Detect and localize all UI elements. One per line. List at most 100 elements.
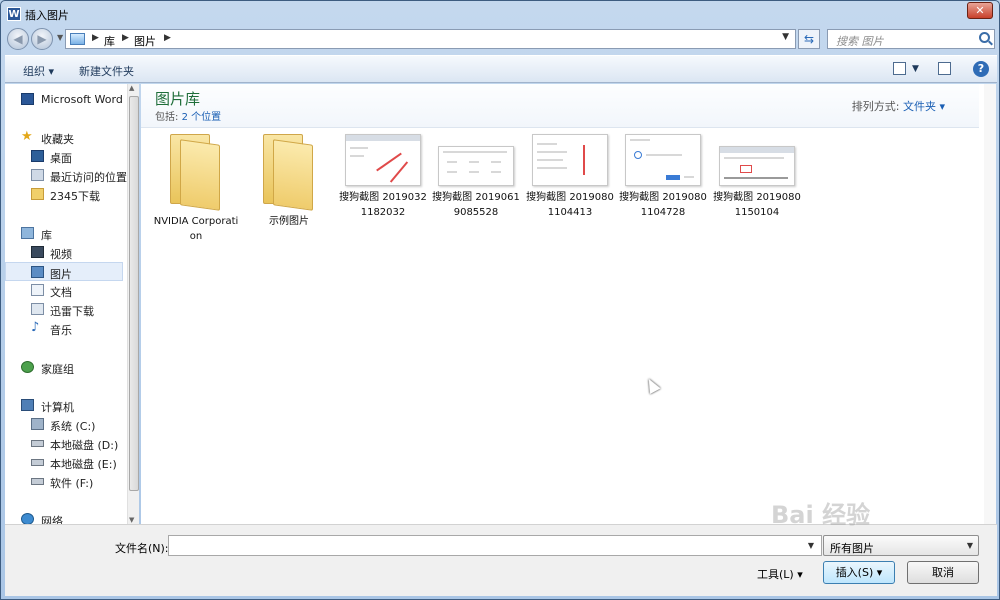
help-icon[interactable]: ?	[973, 61, 989, 77]
scroll-down-icon[interactable]: ▼	[129, 516, 134, 524]
sidebar-item-microsoft-word[interactable]: Microsoft Word	[5, 90, 123, 109]
sidebar-scrollbar[interactable]: ▲ ▼	[127, 84, 139, 524]
refresh-button[interactable]: ⇆	[798, 29, 820, 49]
breadcrumb-arrow-icon[interactable]: ▶	[122, 33, 129, 43]
file-type-select[interactable]: 所有图片 ▼	[823, 535, 979, 556]
file-item-image[interactable]: 搜狗截图 20190321182032	[338, 134, 428, 220]
file-item-folder[interactable]: NVIDIA Corporation	[151, 134, 241, 244]
file-item-image[interactable]: 搜狗截图 20190801150104	[712, 134, 802, 220]
sidebar-item-label: 本地磁盘 (D:)	[50, 439, 119, 452]
breadcrumb-arrow-icon[interactable]: ▶	[164, 33, 171, 43]
documents-icon	[31, 284, 44, 296]
sidebar-item-label: 收藏夹	[41, 133, 74, 146]
forward-button[interactable]: ▶	[31, 28, 53, 50]
pictures-library-icon	[70, 33, 85, 45]
change-view-icon[interactable]	[893, 62, 906, 75]
sidebar-item-label: 本地磁盘 (E:)	[50, 458, 117, 471]
scroll-up-icon[interactable]: ▲	[129, 84, 134, 92]
sidebar-item-label: 视频	[50, 248, 72, 261]
back-button[interactable]: ◀	[7, 28, 29, 50]
sidebar-item-label: 2345下载	[50, 190, 100, 203]
breadcrumb-library[interactable]: 库	[104, 33, 115, 49]
folder-icon	[31, 188, 44, 200]
sidebar-item-homegroup[interactable]: 家庭组	[5, 358, 123, 377]
file-item-image[interactable]: 搜狗截图 20190801104728	[618, 134, 708, 220]
sidebar-scroll-thumb[interactable]	[129, 96, 139, 491]
navigation-bar: ◀ ▶ ▼ ▶ 库 ▶ 图片 ▶ ▼ ⇆ 搜索 图片	[5, 27, 995, 52]
sidebar-item-label: 迅雷下载	[50, 305, 94, 318]
sidebar-item-label: Microsoft Word	[41, 93, 123, 106]
library-includes: 包括: 2 个位置	[155, 108, 221, 123]
filename-dropdown-icon[interactable]: ▼	[802, 537, 820, 554]
file-name: 搜狗截图 20190801104728	[619, 192, 707, 218]
insert-label: 插入(S)	[835, 566, 874, 579]
search-box[interactable]: 搜索 图片	[827, 29, 995, 49]
file-item-folder[interactable]: 示例图片	[244, 134, 334, 229]
sidebar-item-desktop[interactable]: 桌面	[5, 147, 123, 166]
includes-locations-link[interactable]: 2 个位置	[182, 112, 222, 123]
sidebar-item-documents[interactable]: 文档	[5, 281, 123, 300]
music-icon: ♪	[31, 320, 40, 335]
navigation-pane: Microsoft Word ★ 收藏夹 桌面 最近访问的位置 2345下载 库…	[5, 84, 139, 528]
organize-button[interactable]: 组织 ▾	[23, 63, 54, 79]
dialog-title: 插入图片	[25, 9, 69, 22]
file-name: NVIDIA Corporation	[153, 216, 239, 242]
sidebar-item-thunder-download[interactable]: 迅雷下载	[5, 300, 123, 319]
baidu-watermark: Bai 经验	[771, 501, 871, 529]
recent-locations-dropdown-icon[interactable]: ▼	[57, 33, 63, 42]
sidebar-item-videos[interactable]: 视频	[5, 243, 123, 262]
sidebar-item-libraries[interactable]: 库	[5, 224, 123, 243]
sidebar-item-drive-f[interactable]: 软件 (F:)	[5, 472, 123, 491]
includes-label: 包括:	[155, 112, 179, 123]
folder-icon	[166, 134, 226, 211]
sidebar-item-2345-download[interactable]: 2345下载	[5, 185, 123, 204]
sidebar-item-favorites[interactable]: ★ 收藏夹	[5, 128, 123, 147]
close-button[interactable]: ✕	[967, 2, 993, 19]
file-item-image[interactable]: 搜狗截图 20190801104413	[525, 134, 615, 220]
insert-button[interactable]: 插入(S) ▾	[823, 561, 895, 584]
sidebar-item-drive-e[interactable]: 本地磁盘 (E:)	[5, 453, 123, 472]
tools-menu-button[interactable]: 工具(L) ▾	[757, 566, 803, 582]
arrange-by: 排列方式: 文件夹 ▾	[852, 98, 945, 114]
breadcrumb-pictures[interactable]: 图片	[134, 33, 156, 49]
sidebar-item-label: 软件 (F:)	[50, 477, 94, 490]
word-app-icon: W	[7, 7, 21, 21]
preview-pane-icon[interactable]	[938, 62, 951, 75]
arrange-by-dropdown[interactable]: 文件夹 ▾	[903, 100, 945, 113]
image-thumbnail	[438, 146, 514, 186]
view-dropdown-icon[interactable]: ▼	[912, 64, 919, 74]
file-item-image[interactable]: 搜狗截图 20190619085528	[431, 134, 521, 220]
drive-icon	[31, 478, 44, 485]
sidebar-item-drive-c[interactable]: 系统 (C:)	[5, 415, 123, 434]
star-icon: ★	[21, 129, 33, 144]
breadcrumb-arrow-icon[interactable]: ▶	[92, 33, 99, 43]
tools-label: 工具(L)	[757, 568, 794, 581]
address-dropdown-icon[interactable]: ▼	[782, 32, 789, 42]
sidebar-item-pictures[interactable]: 图片	[5, 262, 123, 281]
library-header: 图片库 包括: 2 个位置 排列方式: 文件夹 ▾	[141, 84, 979, 128]
search-input[interactable]: 搜索 图片	[836, 33, 884, 49]
arrange-value: 文件夹	[902, 100, 936, 113]
library-icon	[21, 227, 34, 239]
sidebar-item-label: 系统 (C:)	[50, 420, 96, 433]
sidebar-item-label: 最近访问的位置	[50, 171, 127, 184]
filename-input[interactable]	[168, 535, 822, 556]
cancel-button[interactable]: 取消	[907, 561, 979, 584]
file-list-scrollbar[interactable]	[984, 84, 996, 524]
file-name: 示例图片	[269, 216, 309, 227]
video-icon	[31, 246, 44, 258]
sidebar-item-drive-d[interactable]: 本地磁盘 (D:)	[5, 434, 123, 453]
organize-label: 组织	[23, 65, 45, 78]
sidebar-item-computer[interactable]: 计算机	[5, 396, 123, 415]
new-folder-button[interactable]: 新建文件夹	[79, 63, 134, 79]
address-bar[interactable]: ▶ 库 ▶ 图片 ▶ ▼	[65, 29, 796, 49]
drive-icon	[31, 440, 44, 447]
search-icon[interactable]	[979, 32, 990, 43]
insert-picture-dialog: W 插入图片 ✕ ◀ ▶ ▼ ▶ 库 ▶ 图片 ▶ ▼ ⇆ 搜索 图片 组织 ▾…	[0, 0, 1000, 600]
sidebar-item-label: 图片	[50, 268, 72, 281]
file-name: 搜狗截图 20190619085528	[432, 192, 520, 218]
sidebar-item-music[interactable]: ♪ 音乐	[5, 319, 123, 338]
homegroup-icon	[21, 361, 34, 373]
drive-icon	[31, 459, 44, 466]
sidebar-item-recent-places[interactable]: 最近访问的位置	[5, 166, 127, 185]
